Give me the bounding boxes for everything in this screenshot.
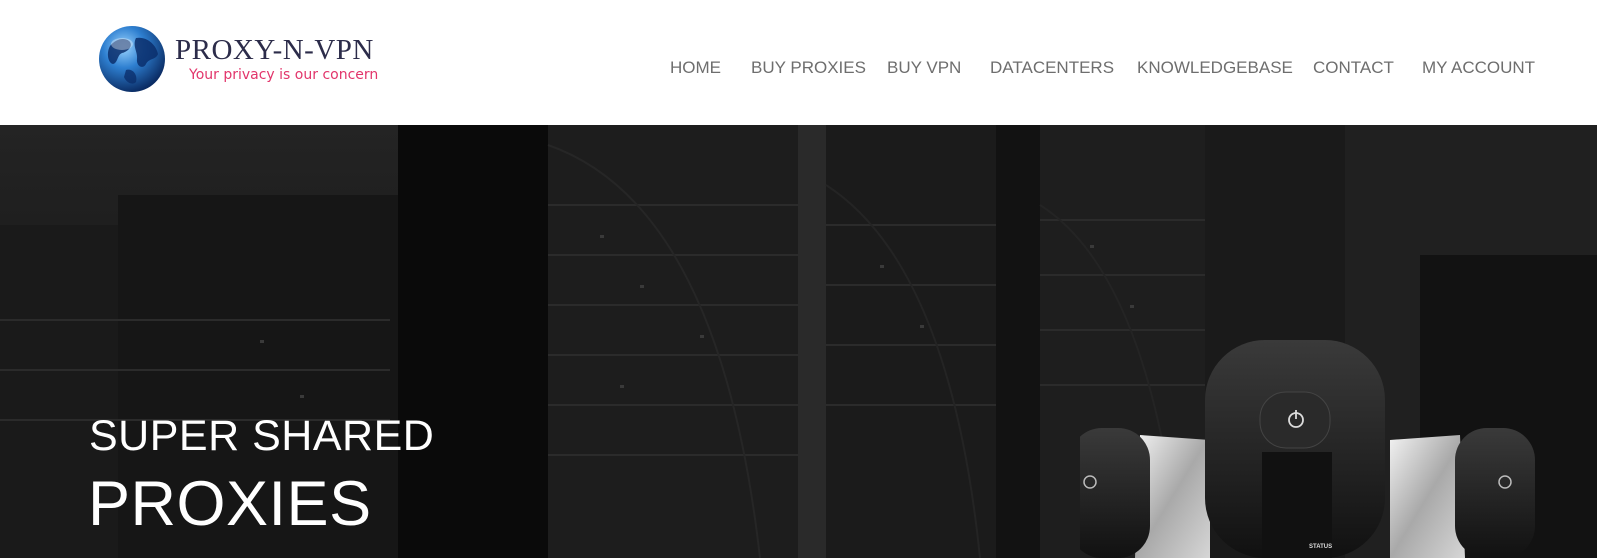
hero-title-line2: PROXIES — [88, 469, 372, 539]
nav-knowledgebase[interactable]: KNOWLEDGEBASE — [1137, 57, 1293, 79]
nav-buy-vpn[interactable]: BUY VPN — [887, 57, 961, 79]
nav-buy-proxies[interactable]: BUY PROXIES — [751, 57, 866, 79]
nav-contact[interactable]: CONTACT — [1313, 57, 1394, 79]
hero-banner: SUPER SHARED PROXIES STATUS — [0, 125, 1597, 558]
vpn-devices-image — [1080, 340, 1535, 558]
nav-my-account[interactable]: MY ACCOUNT — [1422, 57, 1535, 79]
main-nav: HOME BUY PROXIES BUY VPN DATACENTERS KNO… — [0, 57, 1597, 79]
nav-datacenters[interactable]: DATACENTERS — [990, 57, 1114, 79]
site-header: PROXY-N-VPN Your privacy is our concern … — [0, 0, 1597, 125]
nav-home[interactable]: HOME — [670, 57, 721, 79]
hero-title-line1: SUPER SHARED — [89, 412, 435, 460]
device-status-label: STATUS — [1309, 544, 1333, 550]
